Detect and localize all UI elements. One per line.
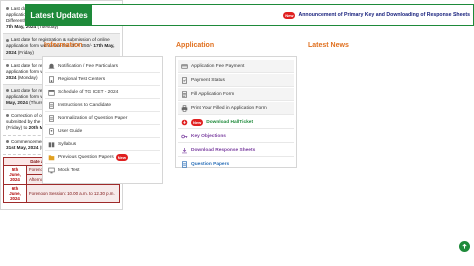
app-item-label: Application Fee Payment [191, 63, 245, 69]
app-item-key-objections[interactable]: Key Objections [178, 130, 294, 143]
app-item-label: Question Papers [191, 162, 230, 167]
info-item-instructions[interactable]: Instructions to Candidate [45, 99, 160, 112]
form-icon [181, 90, 188, 98]
document-icon [48, 114, 55, 122]
user-guide-icon [48, 127, 55, 135]
info-item-syllabus[interactable]: Syllabus [45, 138, 160, 151]
ticker-text[interactable]: Announcement of Primary Key and Download… [298, 12, 470, 18]
application-title: Application [176, 42, 215, 49]
info-item-user-guide[interactable]: User Guide [45, 125, 160, 138]
app-item-payment-status[interactable]: Payment Status [178, 74, 294, 87]
info-item-label: Instructions to Candidate [58, 102, 112, 108]
document-icon [181, 161, 188, 168]
download-icon [181, 147, 188, 154]
app-item-print-form[interactable]: Print Your Filled in Application Form [178, 102, 294, 115]
updates-ticker[interactable]: New Announcement of Primary Key and Down… [92, 5, 473, 25]
info-item-label: Syllabus [58, 141, 77, 147]
book-icon [48, 141, 55, 148]
info-item-label: Mock Test [58, 168, 80, 173]
status-icon [181, 76, 188, 84]
latest-news-title: Latest News [308, 42, 349, 49]
bullet-icon [6, 139, 9, 143]
key-icon [181, 133, 188, 140]
info-item-label: User Guide [58, 128, 83, 134]
info-item-label: Regional Test Centers [58, 76, 106, 82]
schedule-date: 6th June, 2024 [3, 183, 27, 204]
print-icon [181, 104, 188, 112]
app-item-fee-payment[interactable]: Application Fee Payment [178, 60, 294, 73]
bullet-icon [6, 114, 9, 118]
info-item-label: Notification / Fee Particulars [58, 63, 118, 69]
building-icon [48, 75, 55, 83]
arrow-up-icon [461, 243, 468, 250]
information-menu: Notification / Fee Particulars Regional … [42, 56, 163, 184]
document-icon [48, 101, 55, 109]
info-item-label: Normalization of Question Paper [58, 115, 128, 121]
info-item-normalization[interactable]: Normalization of Question Paper [45, 112, 160, 125]
app-item-question-papers[interactable]: Question Papers [178, 158, 294, 171]
notification-icon [48, 63, 55, 70]
new-badge: New [283, 11, 296, 19]
download-icon [181, 119, 188, 126]
new-badge: New [115, 153, 128, 161]
info-item-notification[interactable]: Notification / Fee Particulars [45, 60, 160, 73]
app-item-label: Fill Application Form [191, 91, 235, 97]
app-item-label: Download Response Sheets [191, 147, 256, 153]
folder-icon [48, 154, 55, 161]
application-menu: Application Fee Payment Payment Status F… [175, 56, 297, 168]
info-item-label: Previous Question Papers [58, 154, 114, 160]
info-item-schedule[interactable]: Schedule of TG ICET - 2024 [45, 86, 160, 99]
schedule-date: 5th June, 2024 [3, 164, 27, 185]
app-item-label: Download HallTicket [206, 119, 254, 125]
app-item-label: Payment Status [191, 77, 225, 83]
latest-updates-label: Latest Updates [26, 5, 92, 25]
info-item-regional-centers[interactable]: Regional Test Centers [45, 73, 160, 86]
info-item-label: Schedule of TG ICET - 2024 [58, 89, 119, 95]
scroll-to-top-button[interactable] [459, 241, 470, 252]
new-badge: New [191, 118, 204, 126]
payment-icon [181, 63, 188, 70]
information-title: Information [44, 42, 83, 49]
app-item-fill-form[interactable]: Fill Application Form [178, 88, 294, 101]
app-item-download-response-sheets[interactable]: Download Response Sheets [178, 144, 294, 157]
app-item-label: Print Your Filled in Application Form [191, 105, 267, 111]
bullet-icon [6, 7, 9, 11]
bullet-icon [6, 63, 9, 67]
app-item-download-hallticket[interactable]: New Download HallTicket [178, 116, 294, 129]
bullet-icon [6, 38, 9, 42]
monitor-icon [48, 167, 55, 174]
schedule-session: Forenoon Session: 10.00 a.m. to 12.30 p.… [26, 183, 120, 204]
app-item-label: Key Objections [191, 133, 226, 139]
info-item-mock-test[interactable]: Mock Test [45, 164, 160, 177]
latest-updates-bar: Latest Updates New Announcement of Prima… [25, 4, 474, 26]
calendar-icon [48, 89, 55, 96]
info-item-previous-papers[interactable]: Previous Question Papers New [45, 151, 160, 164]
bullet-icon [6, 89, 9, 93]
